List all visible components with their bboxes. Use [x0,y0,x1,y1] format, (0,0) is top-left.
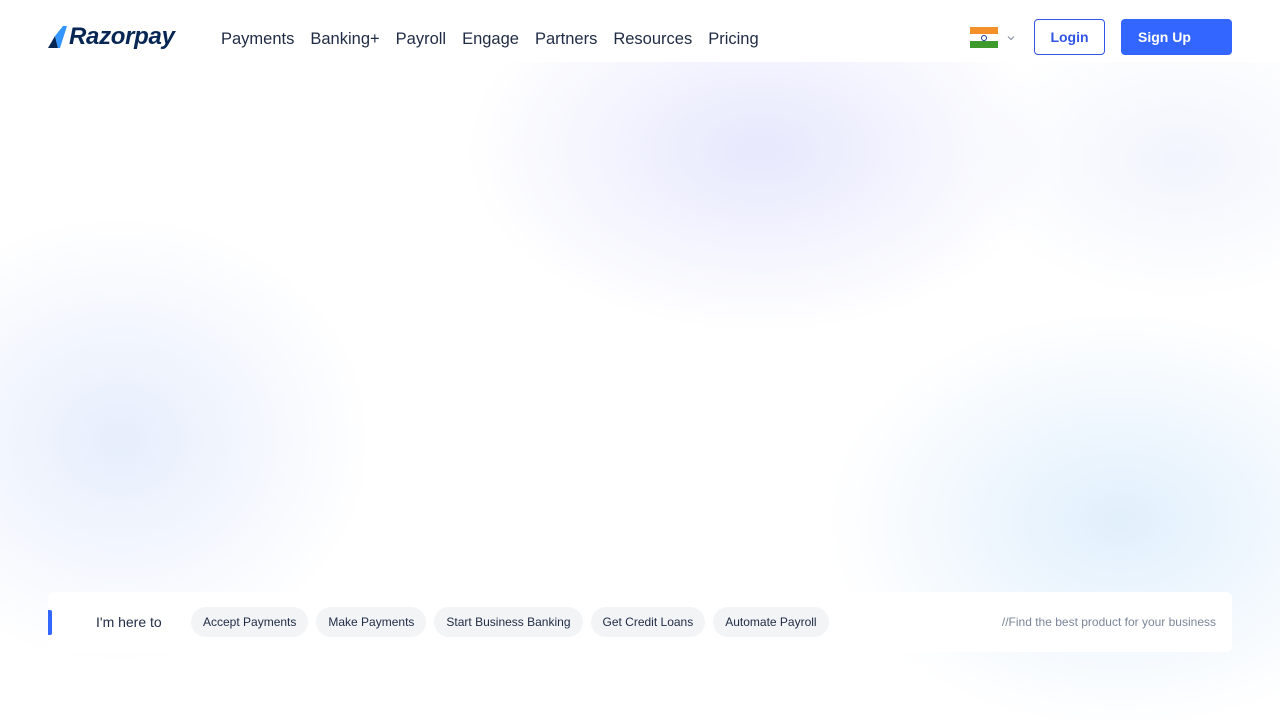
nav-partners[interactable]: Partners [527,30,605,49]
razorpay-logo-icon [48,26,67,48]
main-nav: Payments Banking+ Payroll Engage Partner… [213,30,767,49]
logo-text: Razorpay [69,23,175,50]
im-here-to-bar: I'm here to Accept Payments Make Payment… [48,592,1232,652]
country-selector[interactable] [970,27,1016,48]
chip-get-credit-loans[interactable]: Get Credit Loans [590,607,706,637]
nav-resources[interactable]: Resources [605,30,700,49]
nav-engage[interactable]: Engage [454,30,527,49]
login-button[interactable]: Login [1034,19,1105,55]
page: Razorpay Payments Banking+ Payroll Engag… [0,0,1280,720]
india-flag-icon [970,27,998,48]
signup-button[interactable]: Sign Up [1121,19,1232,55]
intent-chips: Accept Payments Make Payments Start Busi… [191,607,837,637]
chip-start-business-banking[interactable]: Start Business Banking [434,607,583,637]
nav-banking-plus[interactable]: Banking+ [302,30,387,49]
chip-make-payments[interactable]: Make Payments [316,607,427,637]
find-product-hint: //Find the best product for your busines… [1001,615,1216,629]
here-to-label: I'm here to [96,614,162,630]
razorpay-logo[interactable]: Razorpay [48,22,175,52]
chip-accept-payments[interactable]: Accept Payments [191,607,309,637]
nav-payroll[interactable]: Payroll [388,30,454,49]
nav-payments[interactable]: Payments [213,30,302,49]
nav-pricing[interactable]: Pricing [700,30,766,49]
chevron-down-icon [1007,35,1015,40]
top-navbar: Razorpay Payments Banking+ Payroll Engag… [0,0,1280,62]
accent-bar [48,610,52,635]
chip-automate-payroll[interactable]: Automate Payroll [713,607,829,637]
